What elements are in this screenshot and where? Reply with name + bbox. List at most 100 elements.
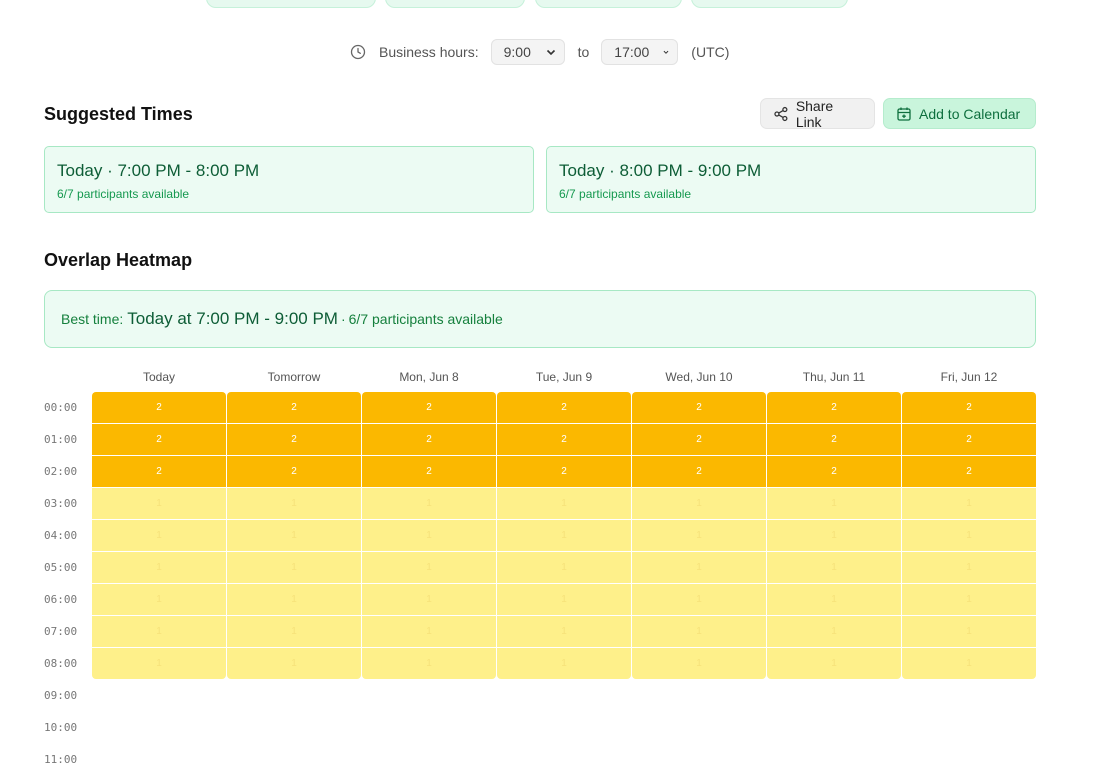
heatmap-cell[interactable]: 1 xyxy=(902,648,1036,679)
heatmap-cell[interactable]: 2 xyxy=(92,424,226,455)
heatmap-cell[interactable]: 2 xyxy=(767,456,901,487)
heatmap-cell[interactable]: 1 xyxy=(362,648,496,679)
heatmap-cell[interactable]: 1 xyxy=(92,616,226,647)
heatmap-cell[interactable]: 1 xyxy=(632,488,766,519)
heatmap-cell[interactable]: 2 xyxy=(632,392,766,423)
heatmap-cell[interactable]: 2 xyxy=(92,456,226,487)
heatmap-cell[interactable]: 1 xyxy=(767,520,901,551)
heatmap-hour-label: 10:00 xyxy=(44,721,78,734)
start-hour-value: 9:00 xyxy=(503,44,531,60)
heatmap-cell[interactable]: 1 xyxy=(227,552,361,583)
heatmap-cell[interactable]: 2 xyxy=(497,392,631,423)
heatmap-cell[interactable]: 1 xyxy=(362,616,496,647)
heatmap-hour-label: 00:00 xyxy=(44,401,78,414)
heatmap-cell[interactable]: 1 xyxy=(92,488,226,519)
clock-icon xyxy=(350,44,366,60)
heatmap-cell[interactable]: 1 xyxy=(902,552,1036,583)
heatmap-cell[interactable]: 2 xyxy=(902,456,1036,487)
heatmap-cell[interactable]: 1 xyxy=(92,552,226,583)
heatmap-cell[interactable]: 1 xyxy=(92,648,226,679)
heatmap-cell[interactable]: 2 xyxy=(767,392,901,423)
heatmap-cell[interactable]: 2 xyxy=(632,424,766,455)
heatmap-cell[interactable]: 1 xyxy=(227,488,361,519)
heatmap-cell[interactable]: 2 xyxy=(767,424,901,455)
overlap-heatmap-title: Overlap Heatmap xyxy=(44,250,193,270)
heatmap-hour-label: 03:00 xyxy=(44,497,78,510)
heatmap-cell[interactable]: 2 xyxy=(902,392,1036,423)
top-chip[interactable] xyxy=(385,0,525,8)
heatmap-cell[interactable]: 1 xyxy=(767,552,901,583)
heatmap-cell[interactable]: 1 xyxy=(362,584,496,615)
heatmap-cell[interactable]: 1 xyxy=(902,616,1036,647)
heatmap-cell[interactable]: 1 xyxy=(497,616,631,647)
start-hour-select[interactable]: 9:00 xyxy=(490,39,565,65)
chevron-down-icon xyxy=(663,50,669,54)
share-icon xyxy=(774,106,788,121)
heatmap-day-header: Mon, Jun 8 xyxy=(399,370,459,384)
heatmap-cell[interactable]: 1 xyxy=(497,520,631,551)
heatmap-cell[interactable]: 2 xyxy=(362,392,496,423)
suggested-time-card[interactable]: Today · 7:00 PM - 8:00 PM 6/7 participan… xyxy=(44,146,534,213)
heatmap-cell[interactable]: 1 xyxy=(362,552,496,583)
heatmap-cell[interactable]: 1 xyxy=(632,552,766,583)
heatmap-cell[interactable]: 2 xyxy=(362,456,496,487)
heatmap-cell[interactable]: 1 xyxy=(497,584,631,615)
suggested-time-card[interactable]: Today · 8:00 PM - 9:00 PM 6/7 participan… xyxy=(546,146,1036,213)
heatmap-cell[interactable]: 2 xyxy=(92,392,226,423)
suggested-times-title: Suggested Times xyxy=(44,104,193,124)
heatmap-day-header: Tomorrow xyxy=(267,370,321,384)
business-hours-label: Business hours: xyxy=(379,44,479,60)
heatmap-cell[interactable]: 1 xyxy=(362,520,496,551)
heatmap-day-header: Tue, Jun 9 xyxy=(535,370,593,384)
heatmap-cell[interactable]: 1 xyxy=(902,488,1036,519)
heatmap-cell[interactable]: 1 xyxy=(92,520,226,551)
heatmap-cell[interactable]: 2 xyxy=(227,392,361,423)
heatmap-cell[interactable]: 2 xyxy=(497,424,631,455)
share-link-button[interactable]: Share Link xyxy=(760,98,875,130)
heatmap-cell[interactable]: 1 xyxy=(362,488,496,519)
calendar-add-icon xyxy=(897,107,911,121)
heatmap-cell[interactable]: 1 xyxy=(767,648,901,679)
heatmap-cell[interactable]: 1 xyxy=(227,584,361,615)
timezone-label: (UTC) xyxy=(691,44,730,60)
chevron-down-icon xyxy=(546,49,555,56)
heatmap-hour-label: 01:00 xyxy=(44,433,78,446)
best-time-value: Today at 7:00 PM - 9:00 PM xyxy=(127,309,338,328)
heatmap-cell[interactable]: 1 xyxy=(632,584,766,615)
heatmap-cell[interactable]: 1 xyxy=(767,488,901,519)
heatmap-cell[interactable]: 2 xyxy=(362,424,496,455)
heatmap-hour-label: 02:00 xyxy=(44,465,78,478)
heatmap-cell[interactable]: 1 xyxy=(902,520,1036,551)
suggested-availability: 6/7 participants available xyxy=(559,187,692,201)
suggested-time: Today · 8:00 PM - 9:00 PM xyxy=(559,161,762,180)
heatmap-cell[interactable]: 1 xyxy=(227,616,361,647)
heatmap-cell[interactable]: 1 xyxy=(632,520,766,551)
heatmap-cell[interactable]: 1 xyxy=(632,616,766,647)
heatmap-cell[interactable]: 1 xyxy=(497,552,631,583)
heatmap-cell[interactable]: 2 xyxy=(227,456,361,487)
heatmap-cell[interactable]: 1 xyxy=(902,584,1036,615)
top-chip[interactable] xyxy=(691,0,848,8)
heatmap-cell[interactable]: 2 xyxy=(902,424,1036,455)
heatmap-cell[interactable]: 1 xyxy=(497,488,631,519)
heatmap-cell[interactable]: 1 xyxy=(632,648,766,679)
best-time-banner: Best time: Today at 7:00 PM - 9:00 PM · … xyxy=(44,290,1036,348)
heatmap-day-header: Fri, Jun 12 xyxy=(940,370,998,384)
suggested-time: Today · 7:00 PM - 8:00 PM xyxy=(57,161,260,180)
heatmap-day-header: Thu, Jun 11 xyxy=(802,370,866,384)
heatmap-cell[interactable]: 2 xyxy=(497,456,631,487)
heatmap-cell[interactable]: 1 xyxy=(767,616,901,647)
heatmap-cell[interactable]: 2 xyxy=(632,456,766,487)
heatmap-cell[interactable]: 1 xyxy=(497,648,631,679)
top-chip[interactable] xyxy=(206,0,376,8)
heatmap-cell[interactable]: 1 xyxy=(227,520,361,551)
end-hour-select[interactable]: 17:00 xyxy=(601,39,679,65)
heatmap-cell[interactable]: 2 xyxy=(227,424,361,455)
top-chip[interactable] xyxy=(535,0,682,8)
add-to-calendar-label: Add to Calendar xyxy=(919,105,1021,122)
heatmap-hour-label: 05:00 xyxy=(44,561,78,574)
heatmap-cell[interactable]: 1 xyxy=(92,584,226,615)
heatmap-cell[interactable]: 1 xyxy=(767,584,901,615)
add-to-calendar-button[interactable]: Add to Calendar xyxy=(883,98,1036,129)
heatmap-cell[interactable]: 1 xyxy=(227,648,361,679)
